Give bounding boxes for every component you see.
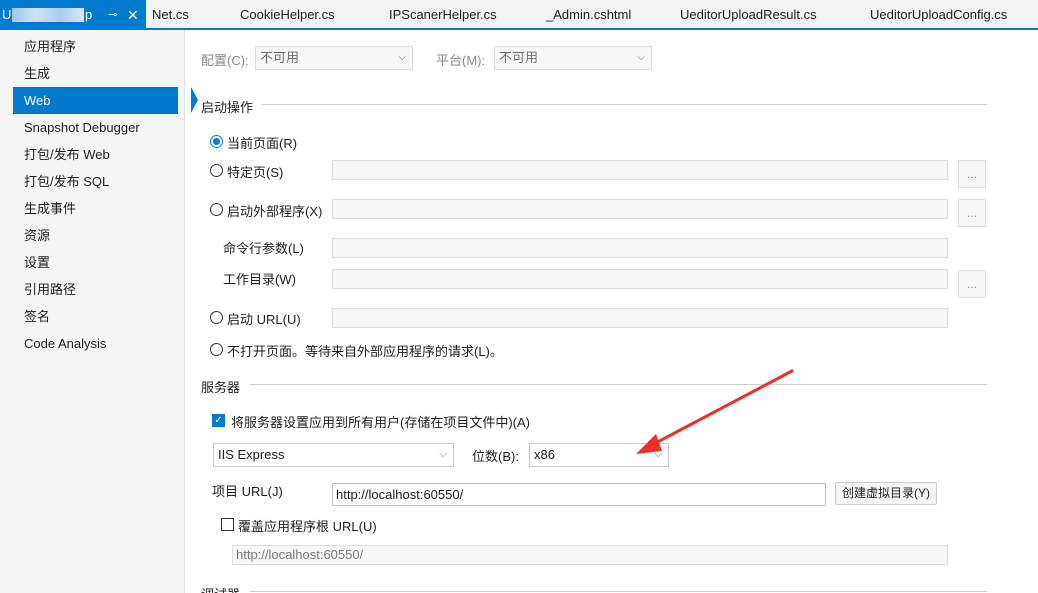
section-divider: [262, 104, 987, 105]
sidebar-item-signing[interactable]: 签名: [13, 303, 178, 330]
tab-ueditoruploadresult[interactable]: UeditorUploadResult.cs: [680, 0, 817, 28]
server-type-value: IIS Express: [218, 447, 285, 462]
current-page-label: 当前页面(R): [227, 136, 298, 151]
override-root-label: 覆盖应用程序根 URL(U): [238, 519, 377, 534]
radio-start-url[interactable]: [210, 311, 223, 324]
project-url-label: 项目 URL(J): [212, 484, 283, 499]
config-value: 不可用: [260, 50, 300, 65]
active-tab-prefix: U: [2, 7, 12, 22]
apply-all-users-checkbox[interactable]: ✓: [212, 414, 225, 427]
browse-working-dir-button: ...: [958, 270, 986, 298]
config-label: 配置(C):: [201, 53, 249, 68]
radio-dont-open[interactable]: [210, 343, 223, 356]
platform-dropdown[interactable]: 不可用 ⌵: [494, 46, 652, 70]
tab-cookiehelper[interactable]: CookieHelper.cs: [240, 0, 335, 28]
config-dropdown[interactable]: 不可用 ⌵: [255, 46, 413, 70]
project-url-input[interactable]: http://localhost:60550/: [332, 483, 826, 506]
external-program-input: [332, 199, 948, 219]
chevron-down-icon: ⌵: [398, 52, 406, 63]
server-type-dropdown[interactable]: IIS Express ⌵: [213, 443, 454, 467]
browse-external-button: ...: [958, 199, 986, 227]
pin-icon[interactable]: ⊸: [108, 0, 117, 30]
sidebar-item-application[interactable]: 应用程序: [13, 33, 178, 60]
tab-active-project[interactable]: U p ⊸ ✕: [0, 0, 146, 28]
working-dir-label: 工作目录(W): [223, 272, 296, 287]
radio-current-page[interactable]: [210, 135, 223, 148]
sidebar-item-web[interactable]: Web: [13, 87, 198, 114]
sidebar-item-settings[interactable]: 设置: [13, 249, 178, 276]
sidebar-item-label: Web: [24, 93, 51, 108]
specific-page-input: [332, 160, 948, 180]
radio-specific-page[interactable]: [210, 164, 223, 177]
dont-open-label: 不打开页面。等待来自外部应用程序的请求(L)。: [227, 344, 503, 359]
section-title-startup: 启动操作: [201, 100, 254, 115]
radio-start-external[interactable]: [210, 203, 223, 216]
sidebar-item-resources[interactable]: 资源: [13, 222, 178, 249]
chevron-down-icon: ⌵: [637, 52, 645, 63]
apply-all-users-label: 将服务器设置应用到所有用户(存储在项目文件中)(A): [231, 415, 530, 430]
sidebar-item-reference-paths[interactable]: 引用路径: [13, 276, 178, 303]
sidebar-item-build[interactable]: 生成: [13, 60, 178, 87]
chevron-down-icon: ⌵: [439, 449, 447, 460]
chevron-down-icon: ⌵: [654, 449, 662, 460]
working-dir-input: [332, 269, 948, 289]
section-divider: [250, 384, 987, 385]
create-virtual-dir-button[interactable]: 创建虚拟目录(Y): [835, 482, 937, 505]
property-pages-sidebar: 应用程序 生成 Web Snapshot Debugger 打包/发布 Web …: [0, 30, 198, 593]
platform-label: 平台(M):: [436, 53, 486, 68]
bitness-value: x86: [534, 447, 555, 462]
sidebar-item-code-analysis[interactable]: Code Analysis: [13, 330, 178, 357]
section-title-server: 服务器: [201, 380, 241, 395]
tab-net[interactable]: Net.cs: [152, 0, 189, 28]
tab-admin-cshtml[interactable]: _Admin.cshtml: [546, 0, 631, 28]
document-tab-strip: U p ⊸ ✕ Net.cs CookieHelper.cs IPScanerH…: [0, 0, 1038, 30]
selected-arrow-icon: [191, 87, 198, 113]
start-external-label: 启动外部程序(X): [227, 204, 323, 219]
start-url-input: [332, 308, 948, 328]
override-url-input: http://localhost:60550/: [232, 545, 948, 565]
redacted-project-name: [12, 8, 84, 22]
sidebar-item-publish-sql[interactable]: 打包/发布 SQL: [13, 168, 178, 195]
section-divider: [250, 591, 987, 592]
sidebar-item-snapshot-debugger[interactable]: Snapshot Debugger: [13, 114, 178, 141]
specific-page-label: 特定页(S): [227, 165, 284, 180]
tab-ueditoruploadconfig[interactable]: UeditorUploadConfig.cs: [870, 0, 1007, 28]
override-root-checkbox[interactable]: [221, 518, 234, 531]
bitness-dropdown[interactable]: x86 ⌵: [529, 443, 669, 467]
sidebar-item-publish-web[interactable]: 打包/发布 Web: [13, 141, 178, 168]
sidebar-item-build-events[interactable]: 生成事件: [13, 195, 178, 222]
cmd-args-label: 命令行参数(L): [223, 241, 304, 256]
cmd-args-input: [332, 238, 948, 258]
active-tab-suffix: p: [85, 7, 93, 22]
browse-specific-page-button: ...: [958, 160, 986, 188]
section-title-debugger: 调试器: [201, 584, 240, 593]
tab-ipscanerhelper[interactable]: IPScanerHelper.cs: [389, 0, 497, 28]
bitness-label: 位数(B):: [472, 449, 519, 464]
platform-value: 不可用: [499, 50, 539, 65]
close-icon[interactable]: ✕: [127, 0, 139, 30]
start-url-label: 启动 URL(U): [227, 312, 301, 327]
